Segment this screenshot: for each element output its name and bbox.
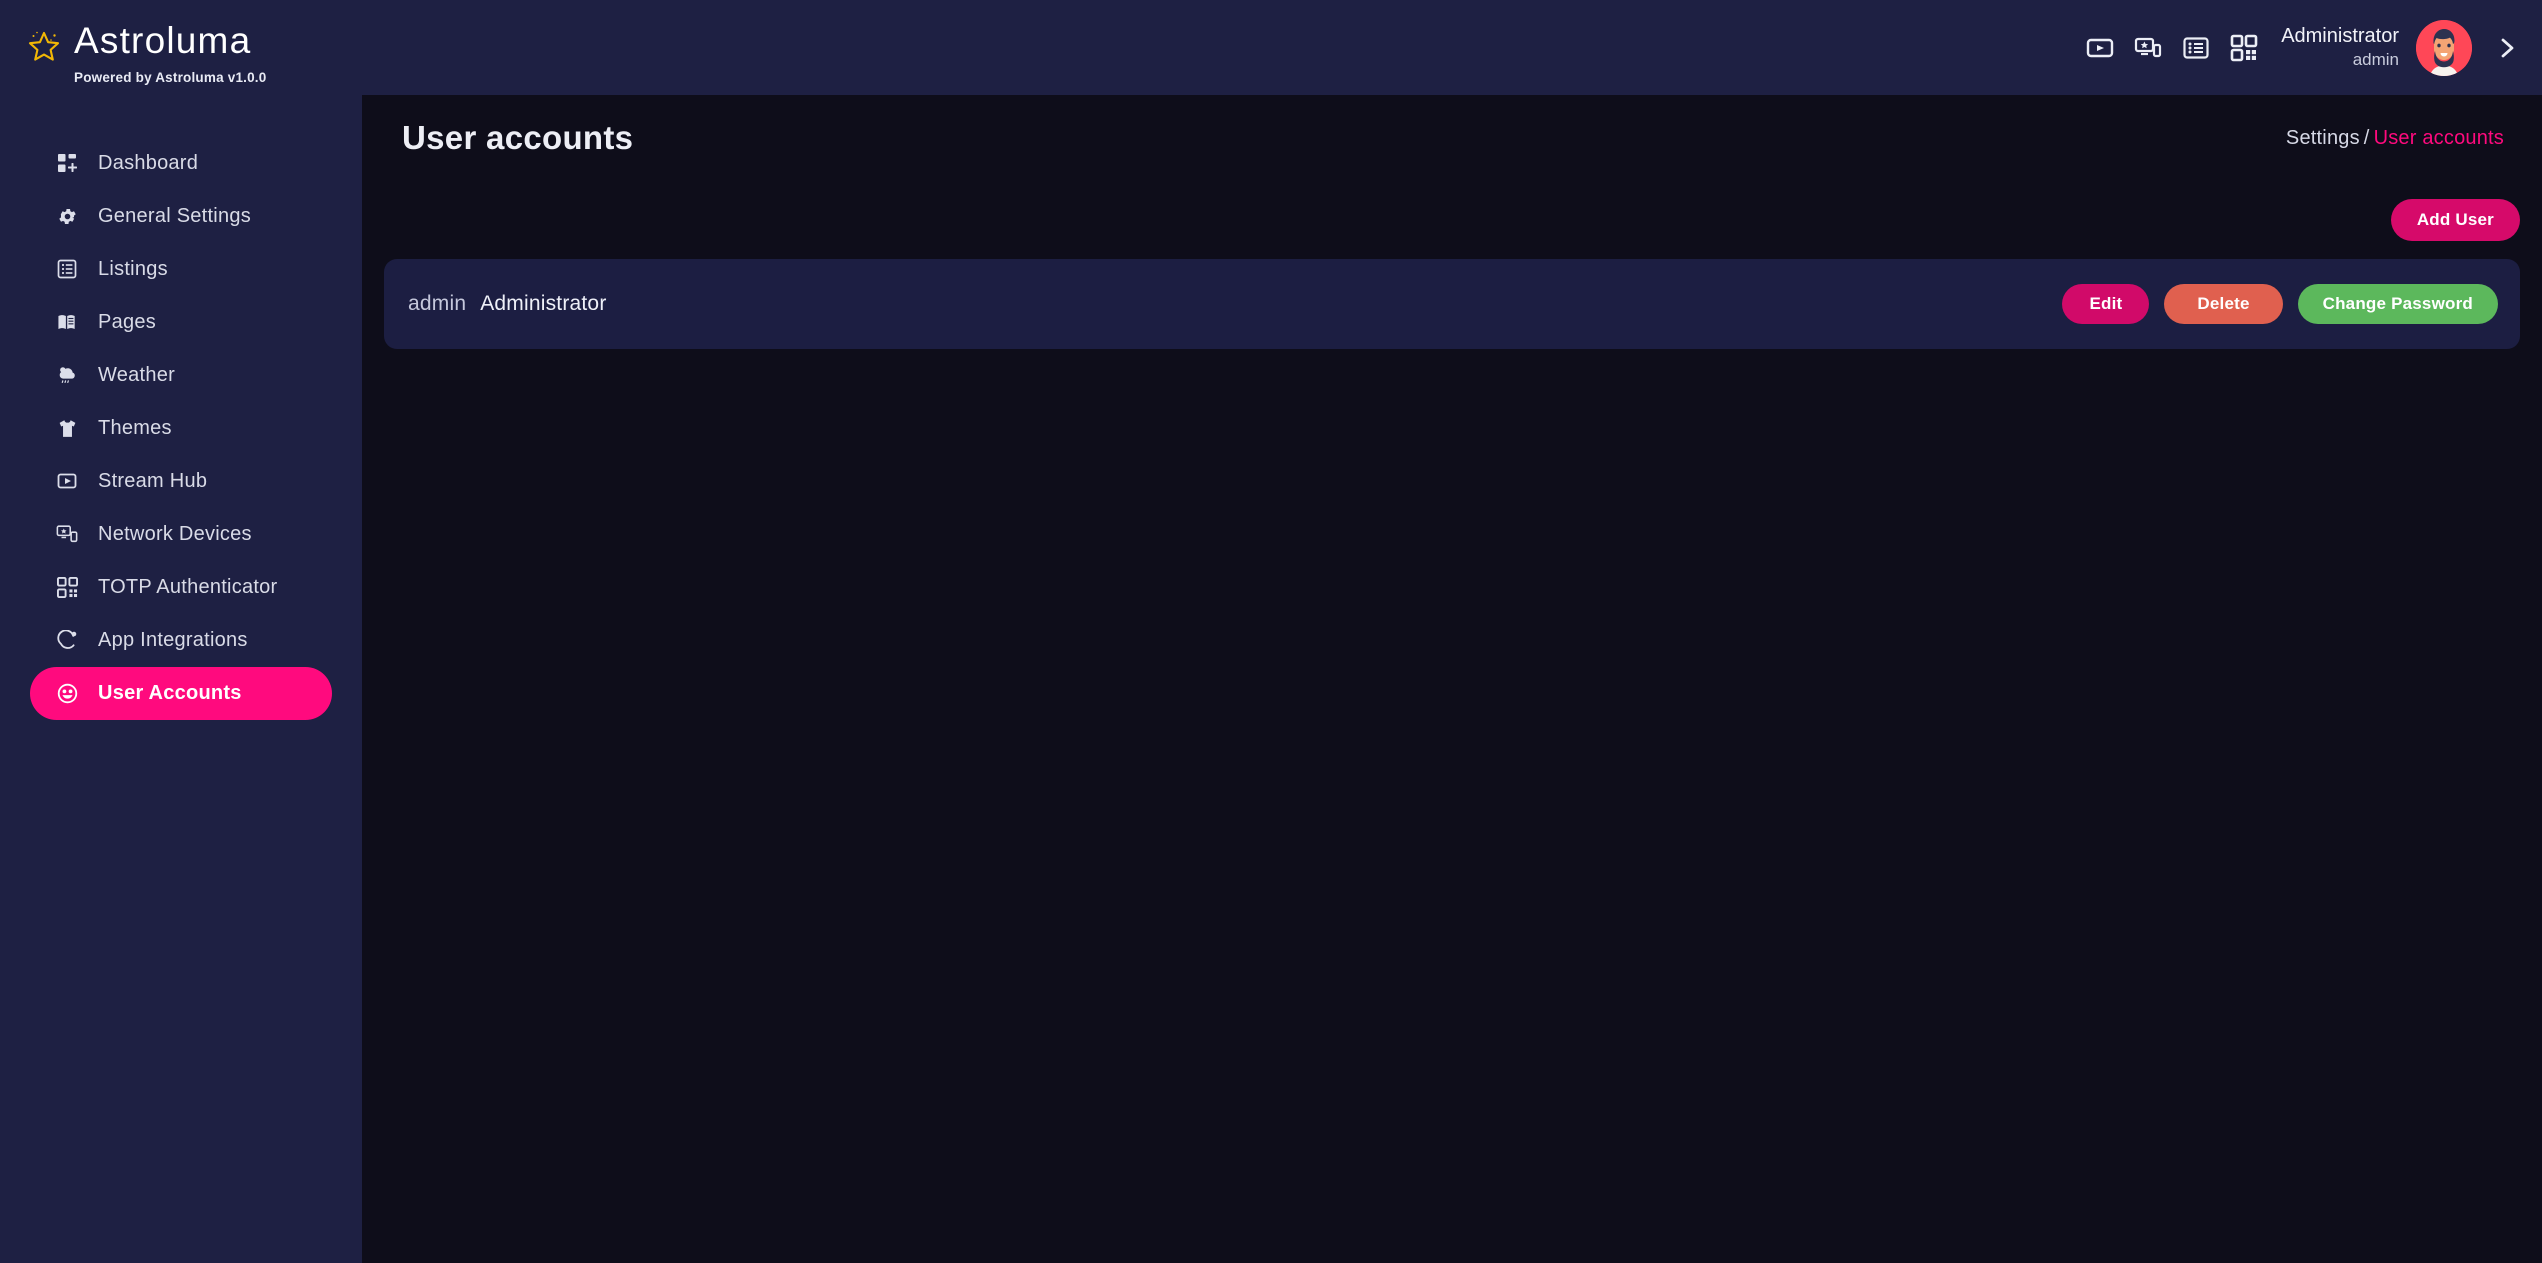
play-video-icon[interactable] xyxy=(2085,33,2115,63)
top-header: Administrator admin xyxy=(362,0,2542,95)
book-icon xyxy=(55,310,79,334)
page-title: User accounts xyxy=(402,119,634,156)
sidebar-item-label: Network Devices xyxy=(98,522,252,545)
breadcrumb: Settings / User accounts xyxy=(2286,127,2504,150)
sidebar-item-general-settings[interactable]: General Settings xyxy=(30,190,332,243)
brand-logo[interactable]: Astroluma Powered by Astroluma v1.0.0 xyxy=(0,0,362,85)
star-icon xyxy=(26,28,62,69)
cloud-rain-icon xyxy=(55,363,79,387)
list-icon xyxy=(55,257,79,281)
change-password-button[interactable]: Change Password xyxy=(2297,284,2498,324)
sidebar-item-stream-hub[interactable]: Stream Hub xyxy=(30,455,332,508)
sidebar-item-label: Pages xyxy=(98,310,156,333)
delete-button[interactable]: Delete xyxy=(2164,284,2283,324)
user-role: Administrator xyxy=(480,292,607,315)
page-header: User accounts Settings / User accounts xyxy=(362,95,2542,181)
tshirt-icon xyxy=(55,416,79,440)
user-identity: admin Administrator xyxy=(406,292,607,316)
brand-tagline: Powered by Astroluma v1.0.0 xyxy=(74,69,267,85)
monitor-devices-icon xyxy=(55,522,79,546)
breadcrumb-current: User accounts xyxy=(2373,126,2504,149)
sidebar-item-label: Weather xyxy=(98,363,175,386)
sidebar-item-label: Themes xyxy=(98,416,172,439)
sidebar-item-label: User Accounts xyxy=(98,681,242,704)
qr-code-icon xyxy=(55,575,79,599)
header-user-name: Administrator xyxy=(2281,25,2399,48)
sidebar-item-label: Listings xyxy=(98,257,168,280)
header-user-role: admin xyxy=(2352,50,2399,70)
sidebar-item-themes[interactable]: Themes xyxy=(30,402,332,455)
breadcrumb-separator: / xyxy=(2363,126,2370,149)
sidebar-item-network-devices[interactable]: Network Devices xyxy=(30,508,332,561)
refresh-dot-icon xyxy=(55,628,79,652)
chevron-right-icon[interactable] xyxy=(2494,35,2520,61)
sidebar-item-listings[interactable]: Listings xyxy=(30,243,332,296)
sidebar: Astroluma Powered by Astroluma v1.0.0 Da… xyxy=(0,0,362,1263)
header-icon-group xyxy=(2085,33,2259,63)
toolbar: Add User xyxy=(362,181,2542,241)
sidebar-item-label: Dashboard xyxy=(98,151,199,174)
app-root: Astroluma Powered by Astroluma v1.0.0 Da… xyxy=(0,0,2542,1263)
sidebar-item-weather[interactable]: Weather xyxy=(30,349,332,402)
dashboard-grid-icon xyxy=(55,151,79,175)
sidebar-item-label: App Integrations xyxy=(98,628,248,651)
list-view-icon[interactable] xyxy=(2181,33,2211,63)
main-content: User accounts Settings / User accounts Add… xyxy=(362,95,2542,1263)
user-login: admin xyxy=(408,292,467,315)
sidebar-item-label: General Settings xyxy=(98,204,251,227)
sidebar-item-dashboard[interactable]: Dashboard xyxy=(30,137,332,190)
qr-code-icon[interactable] xyxy=(2229,33,2259,63)
play-square-icon xyxy=(55,469,79,493)
edit-button[interactable]: Edit xyxy=(2062,284,2150,324)
sidebar-item-app-integrations[interactable]: App Integrations xyxy=(30,614,332,667)
gear-icon xyxy=(55,204,79,228)
sidebar-item-label: Stream Hub xyxy=(98,469,208,492)
sidebar-item-label: TOTP Authenticator xyxy=(98,575,278,598)
add-user-button[interactable]: Add User xyxy=(2390,199,2520,241)
table-row: admin Administrator Edit Delete Change P… xyxy=(384,259,2520,349)
row-actions: Edit Delete Change Password xyxy=(2062,284,2498,324)
header-user-info[interactable]: Administrator admin xyxy=(2281,24,2399,70)
brand-name: Astroluma xyxy=(74,20,252,61)
sidebar-item-user-accounts[interactable]: User Accounts xyxy=(30,666,332,720)
sidebar-item-totp-authenticator[interactable]: TOTP Authenticator xyxy=(30,561,332,614)
avatar[interactable] xyxy=(2416,19,2472,76)
sidebar-nav: Dashboard General Settings Listings Page… xyxy=(0,137,362,720)
sidebar-item-pages[interactable]: Pages xyxy=(30,296,332,349)
cast-device-icon[interactable] xyxy=(2133,33,2163,63)
user-face-icon xyxy=(55,681,79,705)
breadcrumb-parent[interactable]: Settings xyxy=(2286,127,2360,149)
